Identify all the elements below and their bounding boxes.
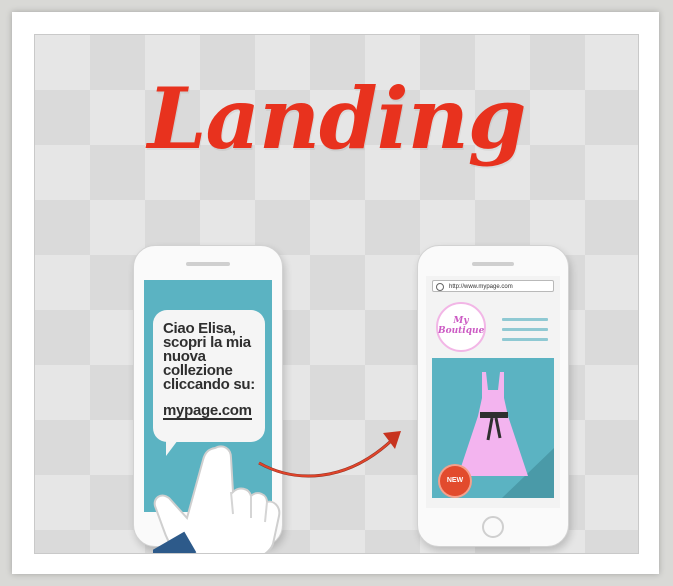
menu-line xyxy=(502,318,548,321)
url-text: http://www.mypage.com xyxy=(449,284,513,290)
menu-line xyxy=(502,338,548,341)
phone-speaker xyxy=(472,262,514,266)
logo-line2: Boutique xyxy=(438,326,485,336)
sms-bubble: Ciao Elisa, scopri la mia nuova collezio… xyxy=(153,310,265,442)
home-button[interactable] xyxy=(482,516,504,538)
sms-link[interactable]: mypage.com xyxy=(163,403,252,420)
logo-line1: My xyxy=(453,316,469,326)
new-badge: NEW xyxy=(440,466,470,496)
phone-speaker xyxy=(186,262,230,266)
menu-line xyxy=(502,328,548,331)
search-icon xyxy=(436,283,444,291)
web-phone: http://www.mypage.com My Boutique NEW xyxy=(417,245,569,547)
image-frame: Landing Ciao Elisa, scopri la mia nuova … xyxy=(12,12,659,574)
web-screen: http://www.mypage.com My Boutique NEW xyxy=(426,276,560,508)
curved-arrow-icon xyxy=(258,431,401,478)
message-line: cliccando su: xyxy=(163,376,255,393)
browser-url-bar[interactable]: http://www.mypage.com xyxy=(432,280,554,292)
landing-title: Landing xyxy=(147,69,526,168)
infographic-panel: Landing Ciao Elisa, scopri la mia nuova … xyxy=(34,34,639,554)
boutique-logo: My Boutique xyxy=(436,302,486,352)
